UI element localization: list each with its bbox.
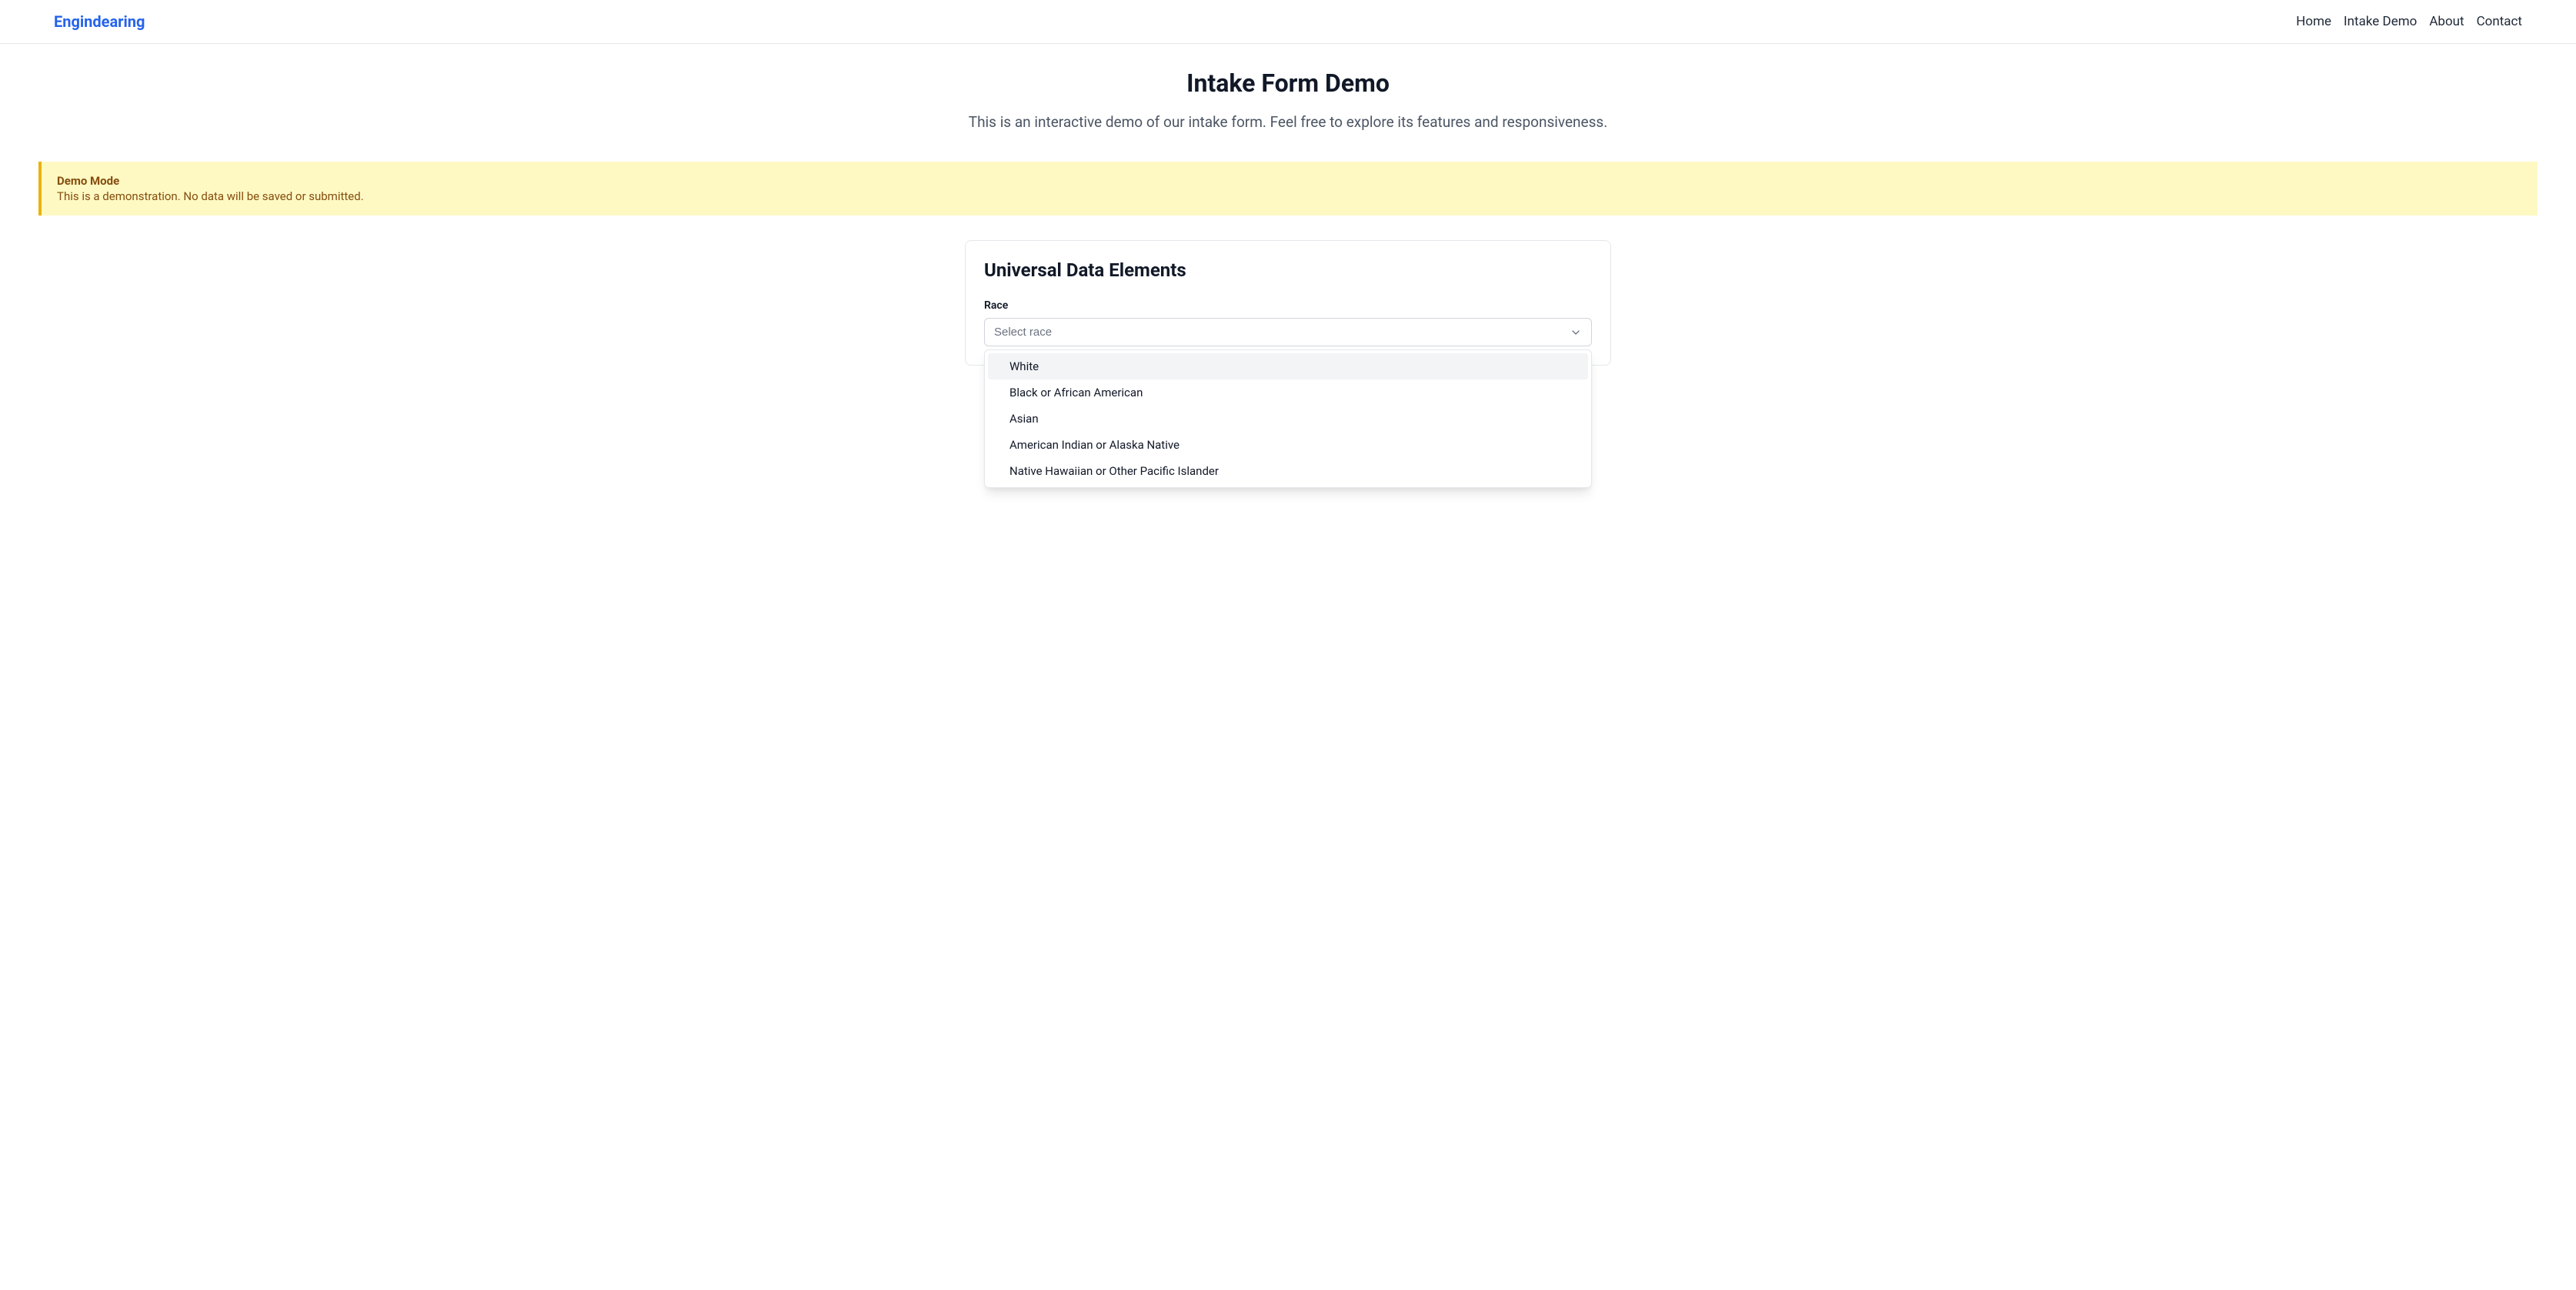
race-select[interactable]: Select race bbox=[984, 318, 1592, 346]
race-option-black[interactable]: Black or African American bbox=[988, 379, 1588, 406]
race-option-white[interactable]: White bbox=[988, 353, 1588, 379]
race-option-asian[interactable]: Asian bbox=[988, 406, 1588, 432]
race-dropdown: White Black or African American Asian Am… bbox=[984, 349, 1592, 488]
nav-contact[interactable]: Contact bbox=[2477, 14, 2522, 29]
form-card: Universal Data Elements Race Select race… bbox=[965, 240, 1611, 366]
page-title: Intake Form Demo bbox=[38, 69, 2538, 98]
page-subtitle: This is an interactive demo of our intak… bbox=[38, 113, 2538, 131]
race-label: Race bbox=[984, 299, 1592, 312]
card-title: Universal Data Elements bbox=[984, 259, 1592, 281]
alert-title: Demo Mode bbox=[57, 174, 2522, 188]
nav: Home Intake Demo About Contact bbox=[2296, 14, 2522, 29]
header: Engindearing Home Intake Demo About Cont… bbox=[0, 0, 2576, 44]
main-content: Intake Form Demo This is an interactive … bbox=[0, 44, 2576, 390]
logo[interactable]: Engindearing bbox=[54, 12, 145, 31]
nav-intake-demo[interactable]: Intake Demo bbox=[2344, 14, 2417, 29]
race-option-native-hawaiian[interactable]: Native Hawaiian or Other Pacific Islande… bbox=[988, 458, 1588, 484]
race-select-placeholder: Select race bbox=[994, 326, 1052, 339]
demo-mode-alert: Demo Mode This is a demonstration. No da… bbox=[38, 162, 2538, 216]
alert-text: This is a demonstration. No data will be… bbox=[57, 189, 2522, 203]
race-option-american-indian[interactable]: American Indian or Alaska Native bbox=[988, 432, 1588, 458]
nav-about[interactable]: About bbox=[2429, 14, 2464, 29]
nav-home[interactable]: Home bbox=[2296, 14, 2331, 29]
chevron-down-icon bbox=[1570, 326, 1582, 339]
